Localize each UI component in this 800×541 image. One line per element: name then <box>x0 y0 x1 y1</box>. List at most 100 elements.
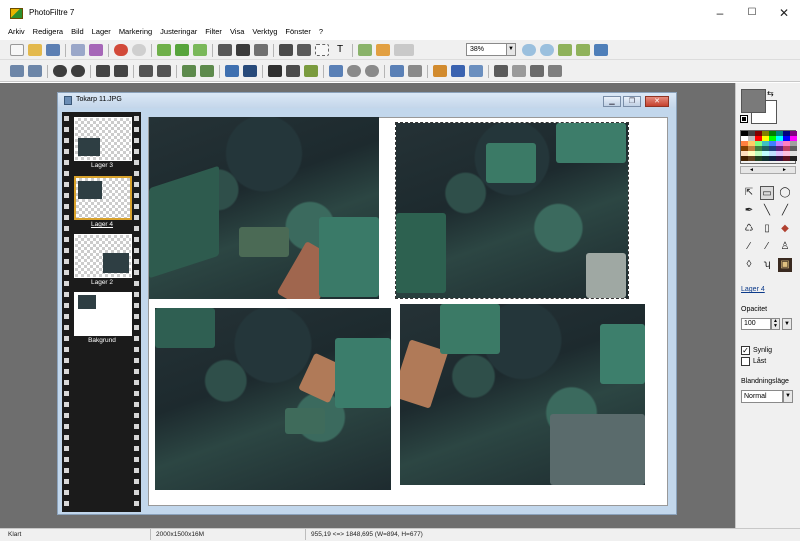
rotate-left-icon[interactable] <box>365 65 379 77</box>
palette-swatch[interactable] <box>762 156 769 161</box>
document-maximize-button[interactable]: ❐ <box>623 96 641 107</box>
palette-swatch[interactable] <box>776 156 783 161</box>
actual-size-icon[interactable] <box>576 44 590 56</box>
flip-horizontal-icon[interactable] <box>329 65 343 77</box>
advanced-brush-icon[interactable]: ⁄ <box>760 240 774 254</box>
layer-thumbnail-lager-2[interactable] <box>74 234 132 278</box>
magic-wand-icon[interactable]: ╲ <box>760 204 774 218</box>
flip-vertical-icon[interactable] <box>347 65 361 77</box>
document-minimize-button[interactable]: ▁ <box>603 96 621 107</box>
blend-mode-dropdown-arrow-icon[interactable]: ▼ <box>783 390 793 403</box>
invert-icon[interactable] <box>304 65 318 77</box>
blur-icon[interactable] <box>225 65 239 77</box>
grayscale-icon[interactable] <box>268 65 282 77</box>
fit-window-icon[interactable] <box>558 44 572 56</box>
brightness-plus-icon[interactable] <box>71 65 85 77</box>
palette-swatch[interactable] <box>769 156 776 161</box>
scanner-icon[interactable] <box>89 44 103 56</box>
zoom-out-icon[interactable] <box>540 44 554 56</box>
color-palette[interactable] <box>740 130 797 164</box>
copy-icon[interactable] <box>175 44 189 56</box>
contrast-minus-icon[interactable] <box>96 65 110 77</box>
duplicate-icon[interactable] <box>279 44 293 56</box>
ellipse-select-icon[interactable]: ◯ <box>778 186 792 200</box>
eraser-icon[interactable]: ◆ <box>778 222 792 236</box>
brightness-minus-icon[interactable] <box>53 65 67 77</box>
plugin-icon[interactable] <box>548 65 562 77</box>
stamp-icon[interactable]: ♙ <box>778 240 792 254</box>
layer-thumbnail-bakgrund[interactable] <box>74 292 132 336</box>
filmstrip-icon[interactable] <box>494 65 508 77</box>
contrast-plus-icon[interactable] <box>114 65 128 77</box>
menu-markering[interactable]: Markering <box>115 27 156 36</box>
gamma-minus-icon[interactable] <box>182 65 196 77</box>
opacity-dropdown-arrow-icon[interactable]: ▼ <box>782 318 792 330</box>
locked-checkbox[interactable] <box>741 357 750 366</box>
layer-thumbnail-lager-4[interactable] <box>74 176 132 220</box>
palette-swatch[interactable] <box>755 156 762 161</box>
rectangle-select-icon[interactable]: ▭ <box>760 186 774 200</box>
palette-swatch[interactable] <box>790 156 797 161</box>
menu-arkiv[interactable]: Arkiv <box>4 27 29 36</box>
batch-icon[interactable] <box>512 65 526 77</box>
paint-icon[interactable] <box>433 65 447 77</box>
menu-lager[interactable]: Lager <box>88 27 115 36</box>
saturation-plus-icon[interactable] <box>157 65 171 77</box>
clone-stamp-icon[interactable]: ▣ <box>778 258 792 272</box>
menu-bild[interactable]: Bild <box>67 27 88 36</box>
color-balance-icon[interactable] <box>451 65 465 77</box>
aerial-photo-top-right[interactable] <box>395 122 629 299</box>
blur-drop-icon[interactable]: ◊ <box>742 258 756 272</box>
zoom-dropdown-arrow-icon[interactable]: ▼ <box>506 44 515 55</box>
open-folder-icon[interactable] <box>28 44 42 56</box>
rotate-180-icon[interactable] <box>408 65 422 77</box>
pointer-tool-icon[interactable]: ⇱ <box>742 186 756 200</box>
effects-icon[interactable] <box>358 44 372 56</box>
menu-help[interactable]: ? <box>315 27 327 36</box>
opacity-input[interactable]: 100 <box>741 318 771 330</box>
spray-icon[interactable]: ▯ <box>760 222 774 236</box>
palette-right-arrow-icon[interactable]: ► <box>782 167 787 173</box>
image-size-icon[interactable] <box>218 44 232 56</box>
aerial-photo-bottom-left[interactable] <box>155 308 391 490</box>
auto-level-icon[interactable] <box>10 65 24 77</box>
close-button[interactable]: ✕ <box>770 4 798 22</box>
opacity-spinner[interactable]: ▲ ▼ <box>771 318 780 330</box>
maximize-button[interactable]: ☐ <box>738 4 766 22</box>
minimize-button[interactable]: – <box>706 4 734 22</box>
saturation-minus-icon[interactable] <box>139 65 153 77</box>
palette-scroll[interactable]: ◄ ► <box>740 166 796 174</box>
palette-left-arrow-icon[interactable]: ◄ <box>749 167 754 173</box>
palette-swatch[interactable] <box>748 156 755 161</box>
sepia-icon[interactable] <box>286 65 300 77</box>
aerial-photo-top-left[interactable] <box>149 117 379 299</box>
selection-icon[interactable] <box>315 44 329 56</box>
text-tool-icon[interactable]: T <box>333 44 347 56</box>
crop-icon[interactable] <box>254 44 268 56</box>
menu-redigera[interactable]: Redigera <box>29 27 67 36</box>
line-tool-icon[interactable]: ╱ <box>778 204 792 218</box>
redo-icon[interactable] <box>132 44 146 56</box>
layer-icon[interactable] <box>297 44 311 56</box>
zoom-in-icon[interactable] <box>522 44 536 56</box>
smudge-icon[interactable]: ʮ <box>760 258 774 272</box>
sharpen-icon[interactable] <box>243 65 257 77</box>
reset-colors-icon[interactable] <box>740 115 748 123</box>
new-file-icon[interactable] <box>10 44 24 56</box>
document-title-bar[interactable] <box>58 93 676 108</box>
blend-mode-select[interactable]: Normal <box>741 390 783 403</box>
rotate-right-icon[interactable] <box>390 65 404 77</box>
slideshow-icon[interactable] <box>530 65 544 77</box>
brush-icon[interactable] <box>376 44 390 56</box>
frame-icon[interactable] <box>394 44 414 56</box>
save-icon[interactable] <box>46 44 60 56</box>
brush-tool-icon[interactable]: ∕ <box>742 240 756 254</box>
paste-icon[interactable] <box>193 44 207 56</box>
auto-contrast-icon[interactable] <box>28 65 42 77</box>
fullscreen-icon[interactable] <box>594 44 608 56</box>
gamma-plus-icon[interactable] <box>200 65 214 77</box>
layer-name-link[interactable]: Lager 4 <box>741 286 765 293</box>
cut-icon[interactable] <box>157 44 171 56</box>
layer-thumbnail-lager-3[interactable] <box>74 117 132 161</box>
visible-checkbox[interactable]: ✓ <box>741 346 750 355</box>
